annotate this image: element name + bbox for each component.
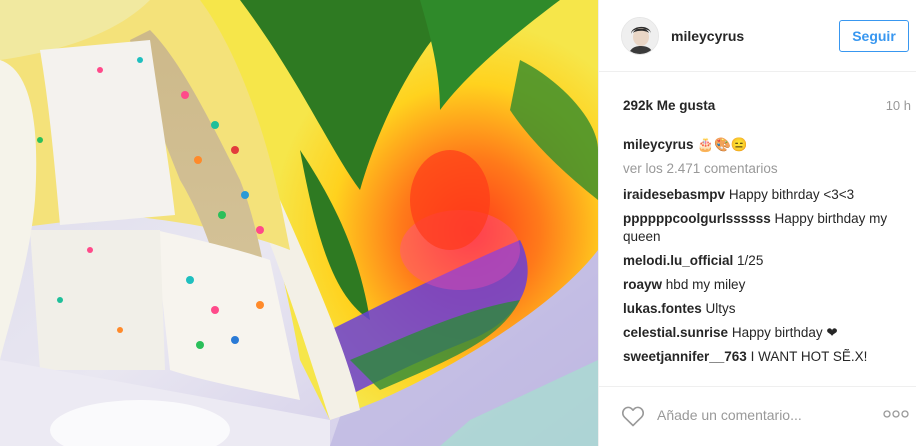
comment-item: iraidesebasmpv Happy bithrday <3<3: [623, 186, 905, 204]
comment-username[interactable]: melodi.lu_official: [623, 253, 733, 268]
post-header: mileycyrus Seguir: [599, 0, 916, 72]
post-photo[interactable]: [0, 0, 598, 446]
comment-item: roayw hbd my miley: [623, 276, 905, 294]
comment-username[interactable]: sweetjannifer__763: [623, 349, 747, 364]
comment-text: Ultys: [705, 301, 736, 316]
avatar[interactable]: [621, 17, 659, 55]
more-options-icon[interactable]: [883, 409, 909, 419]
post-side-panel: mileycyrus Seguir 292k Me gusta 10 h mil…: [598, 0, 916, 446]
comment-username[interactable]: celestial.sunrise: [623, 325, 728, 340]
comment-username[interactable]: roayw: [623, 277, 662, 292]
comment-list: mileycyrus 🎂🎨😑 ver los 2.471 comentarios…: [623, 136, 905, 372]
post-time[interactable]: 10 h: [886, 98, 911, 113]
comment-item: sweetjannifer__763 I WANT HOT SẼ.X!: [623, 348, 905, 366]
likes-row: 292k Me gusta 10 h: [623, 98, 911, 116]
caption-text: 🎂🎨😑: [697, 137, 748, 152]
heart-outline-icon[interactable]: [621, 405, 645, 427]
caption: mileycyrus 🎂🎨😑: [623, 136, 905, 154]
comment-username[interactable]: iraidesebasmpv: [623, 187, 725, 202]
like-count[interactable]: 292k Me gusta: [623, 98, 715, 113]
comment-text: 1/25: [737, 253, 764, 268]
post-username[interactable]: mileycyrus: [671, 28, 744, 44]
comment-username[interactable]: lukas.fontes: [623, 301, 702, 316]
comment-username[interactable]: ppppppcoolgurlssssss: [623, 211, 771, 226]
comment-text: Happy bithrday <3<3: [728, 187, 855, 202]
follow-button[interactable]: Seguir: [839, 20, 909, 52]
comment-text: I WANT HOT SẼ.X!: [750, 349, 868, 364]
comment-text: Happy birthday ❤: [731, 325, 838, 340]
add-comment-input[interactable]: Añade un comentario...: [657, 407, 802, 423]
caption-username[interactable]: mileycyrus: [623, 137, 694, 152]
comment-item: celestial.sunrise Happy birthday ❤: [623, 324, 905, 342]
cake-photo-illustration: [0, 0, 598, 446]
comment-item: ppppppcoolgurlssssss Happy birthday my q…: [623, 210, 905, 246]
view-all-comments-link[interactable]: ver los 2.471 comentarios: [623, 160, 905, 178]
profile-photo: [622, 18, 658, 54]
comment-footer: Añade un comentario...: [599, 386, 916, 446]
comment-item: melodi.lu_official 1/25: [623, 252, 905, 270]
comment-text: hbd my miley: [665, 277, 746, 292]
comment-item: lukas.fontes Ultys: [623, 300, 905, 318]
